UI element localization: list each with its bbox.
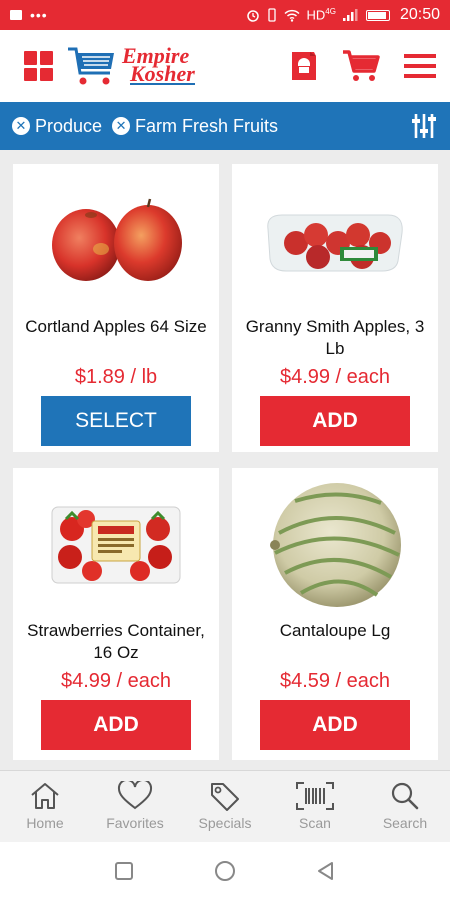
add-button[interactable]: ADD xyxy=(260,396,410,446)
remove-filter-icon[interactable]: ✕ xyxy=(12,117,30,135)
select-button[interactable]: SELECT xyxy=(41,396,191,446)
system-nav-bar xyxy=(0,842,450,900)
square-icon xyxy=(115,862,133,880)
product-card[interactable]: Strawberries Container, 16 Oz $4.99 / ea… xyxy=(13,468,219,760)
nav-item-search[interactable]: Search xyxy=(360,771,450,842)
heart-icon xyxy=(117,781,153,810)
filter-settings-button[interactable] xyxy=(410,112,438,140)
product-card[interactable]: Cortland Apples 64 Size $1.89 / lb SELEC… xyxy=(13,164,219,452)
product-grid: Cortland Apples 64 Size $1.89 / lb SELEC… xyxy=(0,150,450,770)
grid-menu-icon[interactable] xyxy=(24,51,54,81)
hamburger-menu-button[interactable] xyxy=(404,52,436,80)
cart-icon xyxy=(343,50,380,81)
product-name[interactable]: Strawberries Container, 16 Oz xyxy=(17,620,215,664)
filter-chip-produce[interactable]: ✕ Produce xyxy=(12,116,102,137)
notification-dots: ••• xyxy=(30,7,48,23)
circular-button[interactable] xyxy=(290,50,318,82)
back-triangle-icon xyxy=(318,862,333,880)
product-price: $1.89 / lb xyxy=(74,366,158,388)
filter-bar: ✕ Produce ✕ Farm Fresh Fruits xyxy=(0,102,450,150)
filter-chip-label: Farm Fresh Fruits xyxy=(135,115,279,136)
product-price: $4.99 / each xyxy=(279,366,391,388)
cart-button[interactable] xyxy=(342,49,380,83)
wifi-icon xyxy=(283,9,300,22)
cart-logo-icon xyxy=(68,47,114,85)
tag-icon xyxy=(211,783,239,811)
alarm-icon xyxy=(246,10,259,22)
product-image[interactable] xyxy=(232,468,438,618)
apples-image xyxy=(52,198,182,281)
nav-label: Search xyxy=(382,815,428,831)
circular-icon xyxy=(292,52,316,80)
circle-icon xyxy=(215,861,235,881)
strawberries-image xyxy=(51,506,181,584)
back-system-button[interactable] xyxy=(316,861,336,881)
clock: 20:50 xyxy=(399,6,440,23)
barcode-icon xyxy=(296,782,334,810)
status-bar: ••• HD4G 20:50 xyxy=(0,0,450,30)
network-type: HD4G xyxy=(306,7,336,23)
nav-label: Scan xyxy=(299,815,331,831)
remove-filter-icon[interactable]: ✕ xyxy=(112,117,131,135)
search-icon xyxy=(391,782,419,810)
app-header: Empire Kosher xyxy=(0,30,450,102)
home-icon xyxy=(31,783,59,809)
filter-chip-label: Produce xyxy=(35,115,103,136)
product-image[interactable] xyxy=(13,164,219,314)
product-name[interactable]: Granny Smith Apples, 3 Lb xyxy=(236,316,434,360)
product-card[interactable]: Granny Smith Apples, 3 Lb $4.99 / each A… xyxy=(232,164,438,452)
recent-apps-button[interactable] xyxy=(114,861,134,881)
hamburger-menu-icon xyxy=(404,54,436,78)
filter-chip-farm-fresh-fruits[interactable]: ✕ Farm Fresh Fruits xyxy=(112,116,278,137)
nav-label: Favorites xyxy=(106,815,164,831)
cantaloupe-image xyxy=(270,483,401,607)
image-notification-icon xyxy=(10,10,22,20)
product-name[interactable]: Cortland Apples 64 Size xyxy=(17,316,215,338)
product-image[interactable] xyxy=(13,468,219,618)
battery-icon xyxy=(365,9,390,21)
product-price: $4.99 / each xyxy=(60,670,172,692)
product-card[interactable]: Cantaloupe Lg $4.59 / each ADD xyxy=(232,468,438,760)
sliders-icon xyxy=(412,114,436,138)
store-logo[interactable]: Empire Kosher xyxy=(66,45,195,87)
nav-item-scan[interactable]: Scan xyxy=(270,771,360,842)
add-button[interactable]: ADD xyxy=(260,700,410,750)
product-image[interactable] xyxy=(232,164,438,314)
nav-item-specials[interactable]: Specials xyxy=(180,771,270,842)
bagged-apples-image xyxy=(267,214,403,272)
vibrate-icon xyxy=(267,8,276,22)
nav-item-home[interactable]: Home xyxy=(0,771,90,842)
home-system-button[interactable] xyxy=(214,860,236,882)
nav-label: Home xyxy=(26,815,64,831)
add-button[interactable]: ADD xyxy=(41,700,191,750)
signal-icon xyxy=(342,9,358,21)
bottom-nav: Home Favorites Specials Scan Search xyxy=(0,770,450,842)
nav-item-favorites[interactable]: Favorites xyxy=(90,771,180,842)
logo-word-kosher: Kosher xyxy=(130,61,195,86)
product-price: $4.59 / each xyxy=(279,670,391,692)
nav-label: Specials xyxy=(198,815,252,831)
product-name[interactable]: Cantaloupe Lg xyxy=(236,620,434,642)
